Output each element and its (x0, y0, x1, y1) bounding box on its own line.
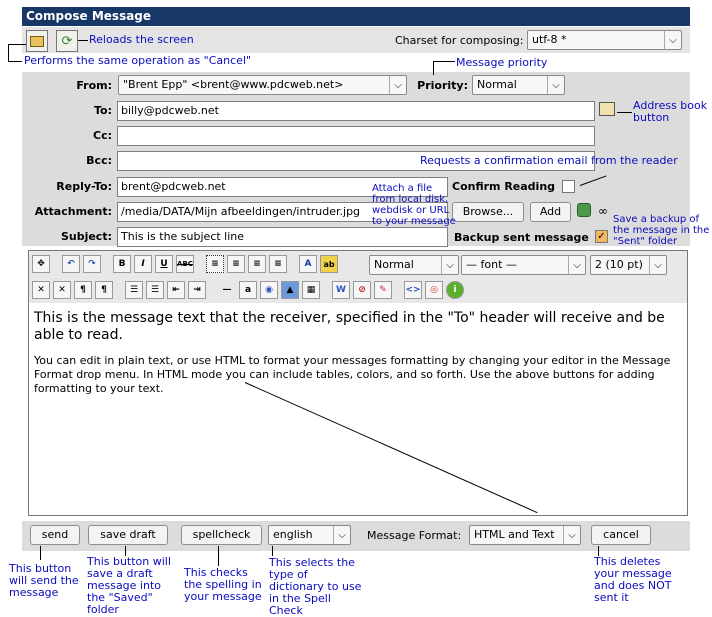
link-icon: ∞ (598, 204, 608, 218)
text-color-icon[interactable]: A (299, 255, 317, 273)
note-send: This button will send the message (9, 562, 79, 599)
disk-icon (577, 203, 591, 217)
check-icon: ✓ (597, 231, 606, 242)
chevron-down-icon: ⌵ (649, 256, 666, 274)
backup-label: Backup sent message (454, 231, 589, 244)
strikethrough-icon[interactable]: ABC (176, 255, 194, 273)
bcc-label: Bcc: (86, 154, 112, 167)
reload-icon: ⟳ (61, 33, 73, 49)
priority-label: Priority: (417, 79, 468, 92)
horizontal-rule-icon[interactable]: — (218, 281, 236, 299)
note-cancel: This deletes your message and does NOT s… (594, 555, 672, 604)
note-confirm: Requests a confirmation email from the r… (420, 154, 678, 167)
font-size-select[interactable]: 2 (10 pt) ⌵ (590, 255, 667, 275)
chevron-down-icon: ⌵ (664, 31, 681, 49)
insert-table-icon[interactable]: ▦ (302, 281, 320, 299)
insert-char-icon[interactable]: a (239, 281, 257, 299)
note-cancel-same: Performs the same operation as "Cancel" (24, 54, 252, 67)
note-attach: Attach a file from local disk, webdisk o… (372, 183, 456, 227)
cc-label: Cc: (93, 129, 112, 142)
indent-icon[interactable]: ⇥ (188, 281, 206, 299)
format-label: Message Format: (367, 529, 462, 542)
send-button[interactable]: send (30, 525, 80, 545)
chevron-down-icon: ⌵ (547, 76, 564, 94)
clear-icon[interactable]: ✕ (53, 281, 71, 299)
confirm-label: Confirm Reading (452, 180, 556, 193)
chevron-down-icon: ⌵ (441, 256, 458, 274)
chevron-down-icon: ⌵ (389, 76, 406, 94)
dictionary-select[interactable]: english ⌵ (268, 525, 351, 545)
italic-icon[interactable]: I (134, 255, 152, 273)
save-draft-button[interactable]: save draft (88, 525, 168, 545)
reload-button[interactable]: ⟳ (56, 30, 78, 52)
info-icon[interactable]: i (446, 281, 464, 299)
redo-icon[interactable]: ↷ (83, 255, 101, 273)
spellcheck-button[interactable]: spellcheck (181, 525, 262, 545)
chevron-down-icon: ⌵ (333, 526, 350, 544)
chevron-down-icon: ⌵ (563, 526, 580, 544)
note-priority: Message priority (456, 56, 548, 69)
move-icon[interactable]: ✥ (32, 255, 50, 273)
attachment-label: Attachment: (34, 205, 112, 218)
priority-select[interactable]: Normal ⌵ (472, 75, 565, 95)
note-backup: Save a backup of the message in the "Sen… (613, 214, 710, 247)
note-dictionary: This selects the type of dictionary to u… (269, 556, 362, 617)
subject-field[interactable]: This is the subject line (117, 227, 448, 247)
body-paragraph-large: This is the message text that the receiv… (34, 310, 665, 343)
from-select[interactable]: "Brent Epp" <brent@www.pdcweb.net> ⌵ (118, 75, 407, 95)
remove-format-icon[interactable]: ✕ (32, 281, 50, 299)
add-button[interactable]: Add (530, 202, 571, 222)
ltr-icon[interactable]: ¶ (74, 281, 92, 299)
book-icon (599, 102, 615, 116)
subject-label: Subject: (60, 230, 112, 243)
cancel-folder-button[interactable] (26, 30, 48, 52)
cancel-button[interactable]: cancel (591, 525, 651, 545)
help-icon[interactable]: ◎ (425, 281, 443, 299)
ordered-list-icon[interactable]: ☰ (125, 281, 143, 299)
html-source-icon[interactable]: <> (404, 281, 422, 299)
note-addressbook: Address book button (633, 99, 708, 124)
cc-field[interactable] (117, 126, 595, 146)
note-spellcheck: This checks the spelling in your message (184, 566, 262, 603)
replyto-label: Reply-To: (56, 180, 112, 193)
charset-select[interactable]: utf-8 * ⌵ (527, 30, 682, 50)
folder-up-icon (30, 35, 44, 47)
browse-button[interactable]: Browse... (452, 202, 524, 222)
paragraph-style-select[interactable]: Normal ⌵ (369, 255, 459, 275)
address-book-button[interactable] (599, 102, 617, 120)
to-field[interactable]: billy@pdcweb.net (117, 101, 595, 121)
no-style-icon[interactable]: ⊘ (353, 281, 371, 299)
highlight-color-icon[interactable]: ab (320, 255, 338, 273)
align-justify-icon[interactable]: ≡ (269, 255, 287, 273)
body-paragraph: You can edit in plain text, or use HTML … (34, 354, 671, 395)
font-select[interactable]: — font — ⌵ (461, 255, 586, 275)
note-reload: Reloads the screen (89, 33, 194, 46)
rtl-icon[interactable]: ¶ (95, 281, 113, 299)
undo-icon[interactable]: ↶ (62, 255, 80, 273)
insert-image-icon[interactable]: ▲ (281, 281, 299, 299)
window-title: Compose Message (22, 7, 690, 26)
note-save-draft: This button will save a draft message in… (87, 555, 171, 616)
align-center-icon[interactable]: ≡ (227, 255, 245, 273)
backup-sent-checkbox[interactable]: ✓ (595, 230, 608, 243)
from-label: From: (76, 79, 112, 92)
underline-icon[interactable]: U (155, 255, 173, 273)
charset-label: Charset for composing: (395, 34, 524, 47)
message-format-select[interactable]: HTML and Text ⌵ (469, 525, 581, 545)
paste-word-icon[interactable]: W (332, 281, 350, 299)
align-right-icon[interactable]: ≡ (248, 255, 266, 273)
unordered-list-icon[interactable]: ☰ (146, 281, 164, 299)
align-left-icon[interactable]: ≡ (206, 255, 224, 273)
to-label: To: (94, 104, 112, 117)
confirm-reading-checkbox[interactable] (562, 180, 575, 193)
message-body[interactable]: This is the message text that the receiv… (34, 310, 679, 396)
eraser-icon[interactable]: ✎ (374, 281, 392, 299)
find-icon[interactable]: ◉ (260, 281, 278, 299)
chevron-down-icon: ⌵ (568, 256, 585, 274)
webdisk-button[interactable] (577, 203, 593, 219)
outdent-icon[interactable]: ⇤ (167, 281, 185, 299)
bold-icon[interactable]: B (113, 255, 131, 273)
